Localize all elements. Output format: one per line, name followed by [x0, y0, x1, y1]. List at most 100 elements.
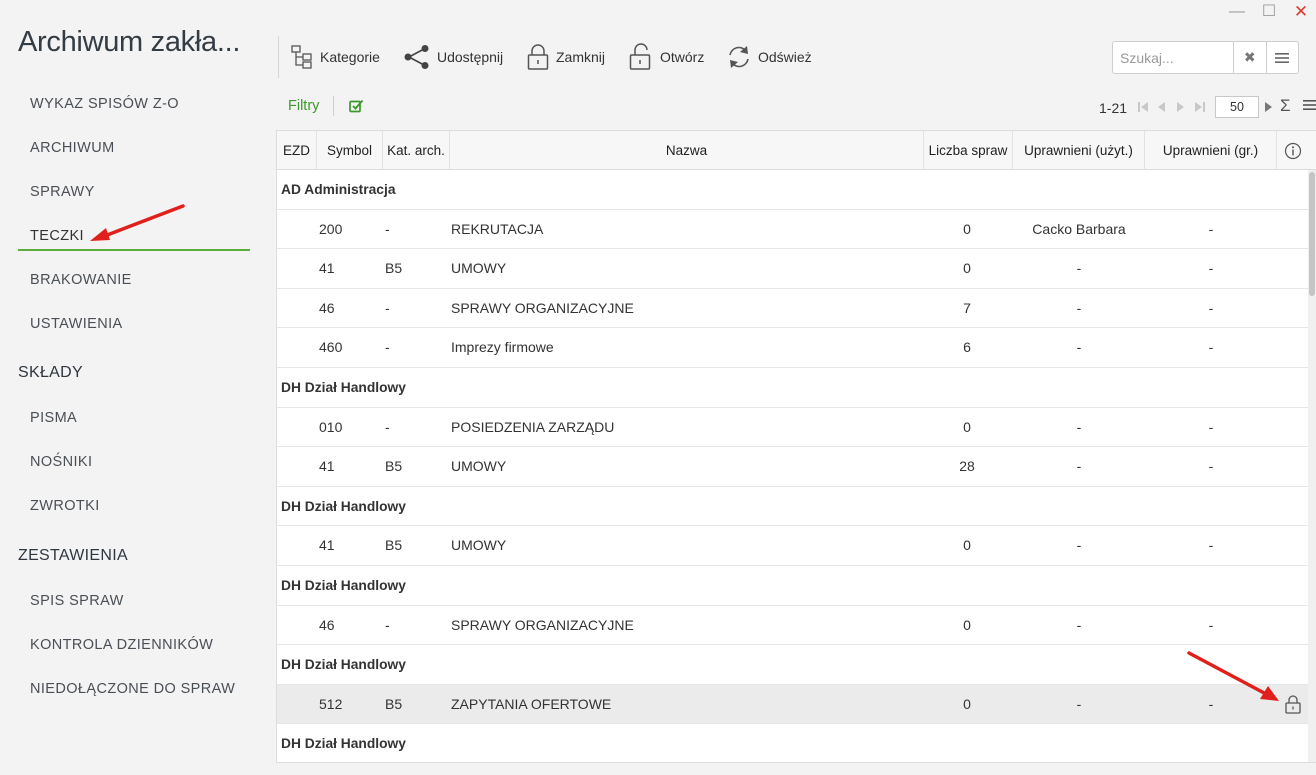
table-row[interactable]: 41 B5 UMOWY 0 - - — [277, 249, 1309, 289]
section-sklady: SKŁADY — [18, 364, 83, 381]
group-row[interactable]: DH Dział Handlowy — [277, 368, 1309, 408]
column-header-info[interactable] — [1277, 131, 1309, 170]
cell-kat-arch: B5 — [385, 537, 403, 554]
cell-symbol: 010 — [319, 418, 343, 435]
table-row[interactable]: 41 B5 UMOWY 28 - - — [277, 447, 1309, 487]
cell-uprawnieni-gr: - — [1208, 339, 1214, 356]
udostepnij-button[interactable]: Udostępnij — [403, 40, 503, 74]
cell-liczba-spraw: 0 — [963, 260, 971, 277]
group-row[interactable]: DH Dział Handlowy — [277, 566, 1309, 606]
lock-icon — [527, 44, 549, 70]
otworz-button[interactable]: Otwórz — [628, 40, 704, 74]
nav-item-niedolaczone[interactable]: NIEDOŁĄCZONE DO SPRAW — [18, 671, 250, 707]
nav-item-sprawy[interactable]: SPRAWY — [18, 174, 250, 210]
group-row[interactable]: DH Dział Handlowy — [277, 724, 1309, 762]
app-title: Archiwum zakła... — [18, 26, 241, 58]
filter-separator — [333, 96, 334, 116]
column-header-ezd[interactable]: EZD — [277, 131, 317, 170]
column-header-uprawnieni-gr[interactable]: Uprawnieni (gr.) — [1145, 131, 1277, 170]
page-size-arrow-icon[interactable] — [1264, 101, 1274, 113]
page-size-input[interactable]: 50 — [1215, 96, 1259, 118]
share-icon — [404, 45, 429, 69]
table-row[interactable]: 41 B5 UMOWY 0 - - — [277, 526, 1309, 566]
nav-item-zwrotki[interactable]: ZWROTKI — [18, 488, 250, 524]
edit-check-icon[interactable] — [349, 99, 364, 114]
table-row[interactable]: 46 - SPRAWY ORGANIZACYJNE 0 - - — [277, 606, 1309, 646]
nav-item-archiwum[interactable]: ARCHIWUM — [18, 130, 250, 166]
group-row[interactable]: DH Dział Handlowy — [277, 487, 1309, 527]
cell-symbol: 41 — [319, 458, 335, 475]
search-menu-button[interactable] — [1265, 42, 1299, 73]
column-header-nazwa[interactable]: Nazwa — [450, 131, 924, 170]
grid-scrollbar[interactable] — [1308, 170, 1316, 762]
prev-page-icon[interactable] — [1156, 101, 1166, 113]
maximize-button[interactable]: ☐ — [1258, 3, 1280, 21]
zamknij-button[interactable]: Zamknij — [526, 40, 605, 74]
refresh-icon — [729, 46, 749, 68]
column-header-kat-arch[interactable]: Kat. arch. — [383, 131, 450, 170]
cell-symbol: 41 — [319, 537, 335, 554]
nav-item-spis-spraw[interactable]: SPIS SPRAW — [18, 583, 250, 619]
kategorie-label: Kategorie — [320, 49, 380, 65]
last-page-icon[interactable] — [1194, 101, 1206, 113]
cell-nazwa: UMOWY — [451, 537, 507, 554]
cell-uprawnieni-uzyt: - — [1076, 299, 1082, 316]
minimize-button[interactable]: — — [1226, 3, 1248, 21]
nav-item-wykaz-spisow[interactable]: WYKAZ SPISÓW Z-O — [18, 86, 250, 122]
nav-item-pisma[interactable]: PISMA — [18, 400, 250, 436]
cell-uprawnieni-gr: - — [1208, 458, 1214, 475]
hamburger-icon — [1275, 52, 1290, 63]
info-icon — [1284, 143, 1302, 160]
search-input[interactable] — [1113, 42, 1233, 73]
sigma-icon[interactable]: Σ — [1280, 96, 1291, 116]
tree-icon — [291, 45, 312, 69]
cell-symbol: 512 — [319, 695, 343, 712]
cell-uprawnieni-gr: - — [1208, 299, 1214, 316]
column-header-symbol[interactable]: Symbol — [317, 131, 383, 170]
filters-link[interactable]: Filtry — [288, 98, 319, 114]
cell-nazwa: UMOWY — [451, 260, 507, 277]
clear-icon: ✖ — [1243, 49, 1256, 65]
group-label: DH Dział Handlowy — [281, 379, 406, 395]
odswiez-button[interactable]: Odśwież — [726, 40, 812, 74]
otworz-label: Otwórz — [660, 49, 705, 65]
first-page-icon[interactable] — [1137, 101, 1149, 113]
cell-nazwa: ZAPYTANIA OFERTOWE — [451, 695, 612, 712]
toolbar-separator — [278, 36, 279, 78]
pager-range: 1-21 — [1099, 100, 1128, 116]
cell-uprawnieni-gr: - — [1208, 418, 1214, 435]
table-row[interactable]: 200 - REKRUTACJA 0 Cacko Barbara - — [277, 210, 1309, 250]
scrollbar-thumb[interactable] — [1309, 172, 1315, 296]
row-lock-icon[interactable] — [1284, 694, 1302, 714]
cell-uprawnieni-uzyt: Cacko Barbara — [1032, 220, 1126, 237]
section-zestawienia: ZESTAWIENIA — [18, 547, 128, 564]
cell-liczba-spraw: 0 — [963, 695, 971, 712]
clear-search-button[interactable]: ✖ — [1233, 42, 1266, 73]
kategorie-button[interactable]: Kategorie — [290, 40, 380, 74]
close-button[interactable]: ✕ — [1290, 3, 1312, 21]
cell-kat-arch: - — [385, 299, 390, 316]
table-row[interactable]: 010 - POSIEDZENIA ZARZĄDU 0 - - — [277, 408, 1309, 448]
group-row[interactable]: AD Administracja — [277, 170, 1309, 210]
cell-uprawnieni-gr: - — [1208, 695, 1214, 712]
cell-uprawnieni-uzyt: - — [1076, 260, 1082, 277]
column-header-uprawnieni-uzyt[interactable]: Uprawnieni (użyt.) — [1013, 131, 1145, 170]
cell-uprawnieni-uzyt: - — [1076, 537, 1082, 554]
cell-nazwa: POSIEDZENIA ZARZĄDU — [451, 418, 615, 435]
cell-nazwa: SPRAWY ORGANIZACYJNE — [451, 616, 634, 633]
table-row[interactable]: 46 - SPRAWY ORGANIZACYJNE 7 - - — [277, 289, 1309, 329]
group-label: DH Dział Handlowy — [281, 657, 406, 673]
columns-menu-icon[interactable] — [1303, 99, 1316, 111]
nav-item-kontrola-dziennikow[interactable]: KONTROLA DZIENNIKÓW — [18, 627, 250, 663]
next-page-icon[interactable] — [1176, 101, 1186, 113]
group-row[interactable]: DH Dział Handlowy — [277, 645, 1309, 685]
nav-item-nosniki[interactable]: NOŚNIKI — [18, 444, 250, 480]
column-header-liczba-spraw[interactable]: Liczba spraw — [924, 131, 1013, 170]
table-row[interactable]: 460 - Imprezy firmowe 6 - - — [277, 328, 1309, 368]
cell-uprawnieni-gr: - — [1208, 537, 1214, 554]
cell-nazwa: UMOWY — [451, 458, 507, 475]
nav-item-ustawienia[interactable]: USTAWIENIA — [18, 306, 250, 342]
nav-item-brakowanie[interactable]: BRAKOWANIE — [18, 262, 250, 298]
nav-item-teczki[interactable]: TECZKI — [18, 218, 250, 251]
table-row[interactable]: 512 B5 ZAPYTANIA OFERTOWE 0 - - — [277, 684, 1309, 725]
